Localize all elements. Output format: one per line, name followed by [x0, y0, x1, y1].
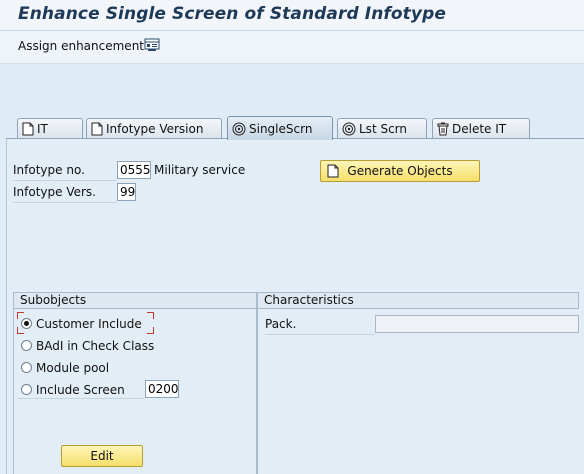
tab-label: IT [37, 122, 48, 136]
tab-lst-scrn[interactable]: Lst Scrn [337, 118, 427, 138]
tab-content-panel: Infotype no. 0555 Military service Infot… [6, 139, 584, 474]
generate-objects-label: Generate Objects [347, 164, 453, 178]
tab-label: SingleScrn [249, 122, 313, 136]
tab-label: Lst Scrn [359, 122, 407, 136]
application-toolbar: Assign enhancement [0, 31, 584, 64]
pack-field[interactable] [375, 315, 579, 333]
infotype-vers-label: Infotype Vers. [13, 185, 96, 199]
radio-label: BAdI in Check Class [36, 339, 155, 353]
window-title: Enhance Single Screen of Standard Infoty… [18, 4, 446, 24]
focus-corner [147, 312, 154, 319]
tab-strip: IT Infotype Version SingleScrn Lst Scrn … [0, 112, 584, 140]
tab-infotype-version[interactable]: Infotype Version [86, 118, 222, 138]
pack-label: Pack. [265, 317, 297, 331]
generate-objects-button[interactable]: Generate Objects [320, 160, 480, 182]
characteristics-group-title: Characteristics [257, 292, 579, 309]
radio-button[interactable] [21, 384, 32, 395]
title-bar: Enhance Single Screen of Standard Infoty… [0, 0, 584, 31]
infotype-no-label: Infotype no. [13, 163, 85, 177]
tab-label: Infotype Version [106, 122, 204, 136]
spiral-icon [232, 120, 246, 144]
include-screen-field[interactable]: 0200 [145, 380, 179, 398]
focus-corner [147, 327, 154, 334]
label-underline [13, 202, 117, 203]
radio-label: Include Screen [36, 383, 125, 397]
label-underline [13, 180, 117, 181]
tab-label: Delete IT [452, 122, 507, 136]
radio-button-selected[interactable] [21, 318, 32, 329]
radio-label: Module pool [36, 361, 110, 375]
tab-delete-it[interactable]: Delete IT [432, 118, 530, 138]
infotype-no-field[interactable]: 0555 [117, 161, 151, 179]
infotype-vers-field[interactable]: 99 [117, 183, 136, 201]
label-underline [265, 334, 375, 335]
radio-button[interactable] [21, 340, 32, 351]
document-icon [327, 164, 339, 184]
label-underline [17, 398, 145, 399]
edit-button[interactable]: Edit [61, 445, 143, 467]
tab-it[interactable]: IT [17, 118, 83, 138]
radio-include-screen[interactable]: Include Screen [21, 381, 125, 399]
radio-button[interactable] [21, 362, 32, 373]
radio-label: Customer Include [36, 317, 142, 331]
tab-singlescrn[interactable]: SingleScrn [227, 116, 333, 140]
radio-module-pool[interactable]: Module pool [21, 359, 109, 377]
infotype-description: Military service [154, 163, 246, 177]
radio-customer-include[interactable]: Customer Include [21, 315, 142, 333]
assign-enhancement-button[interactable]: Assign enhancement [18, 39, 144, 53]
radio-badi-check-class[interactable]: BAdI in Check Class [21, 337, 154, 355]
structure-icon[interactable] [144, 38, 160, 55]
subobjects-group-title: Subobjects [13, 292, 257, 309]
